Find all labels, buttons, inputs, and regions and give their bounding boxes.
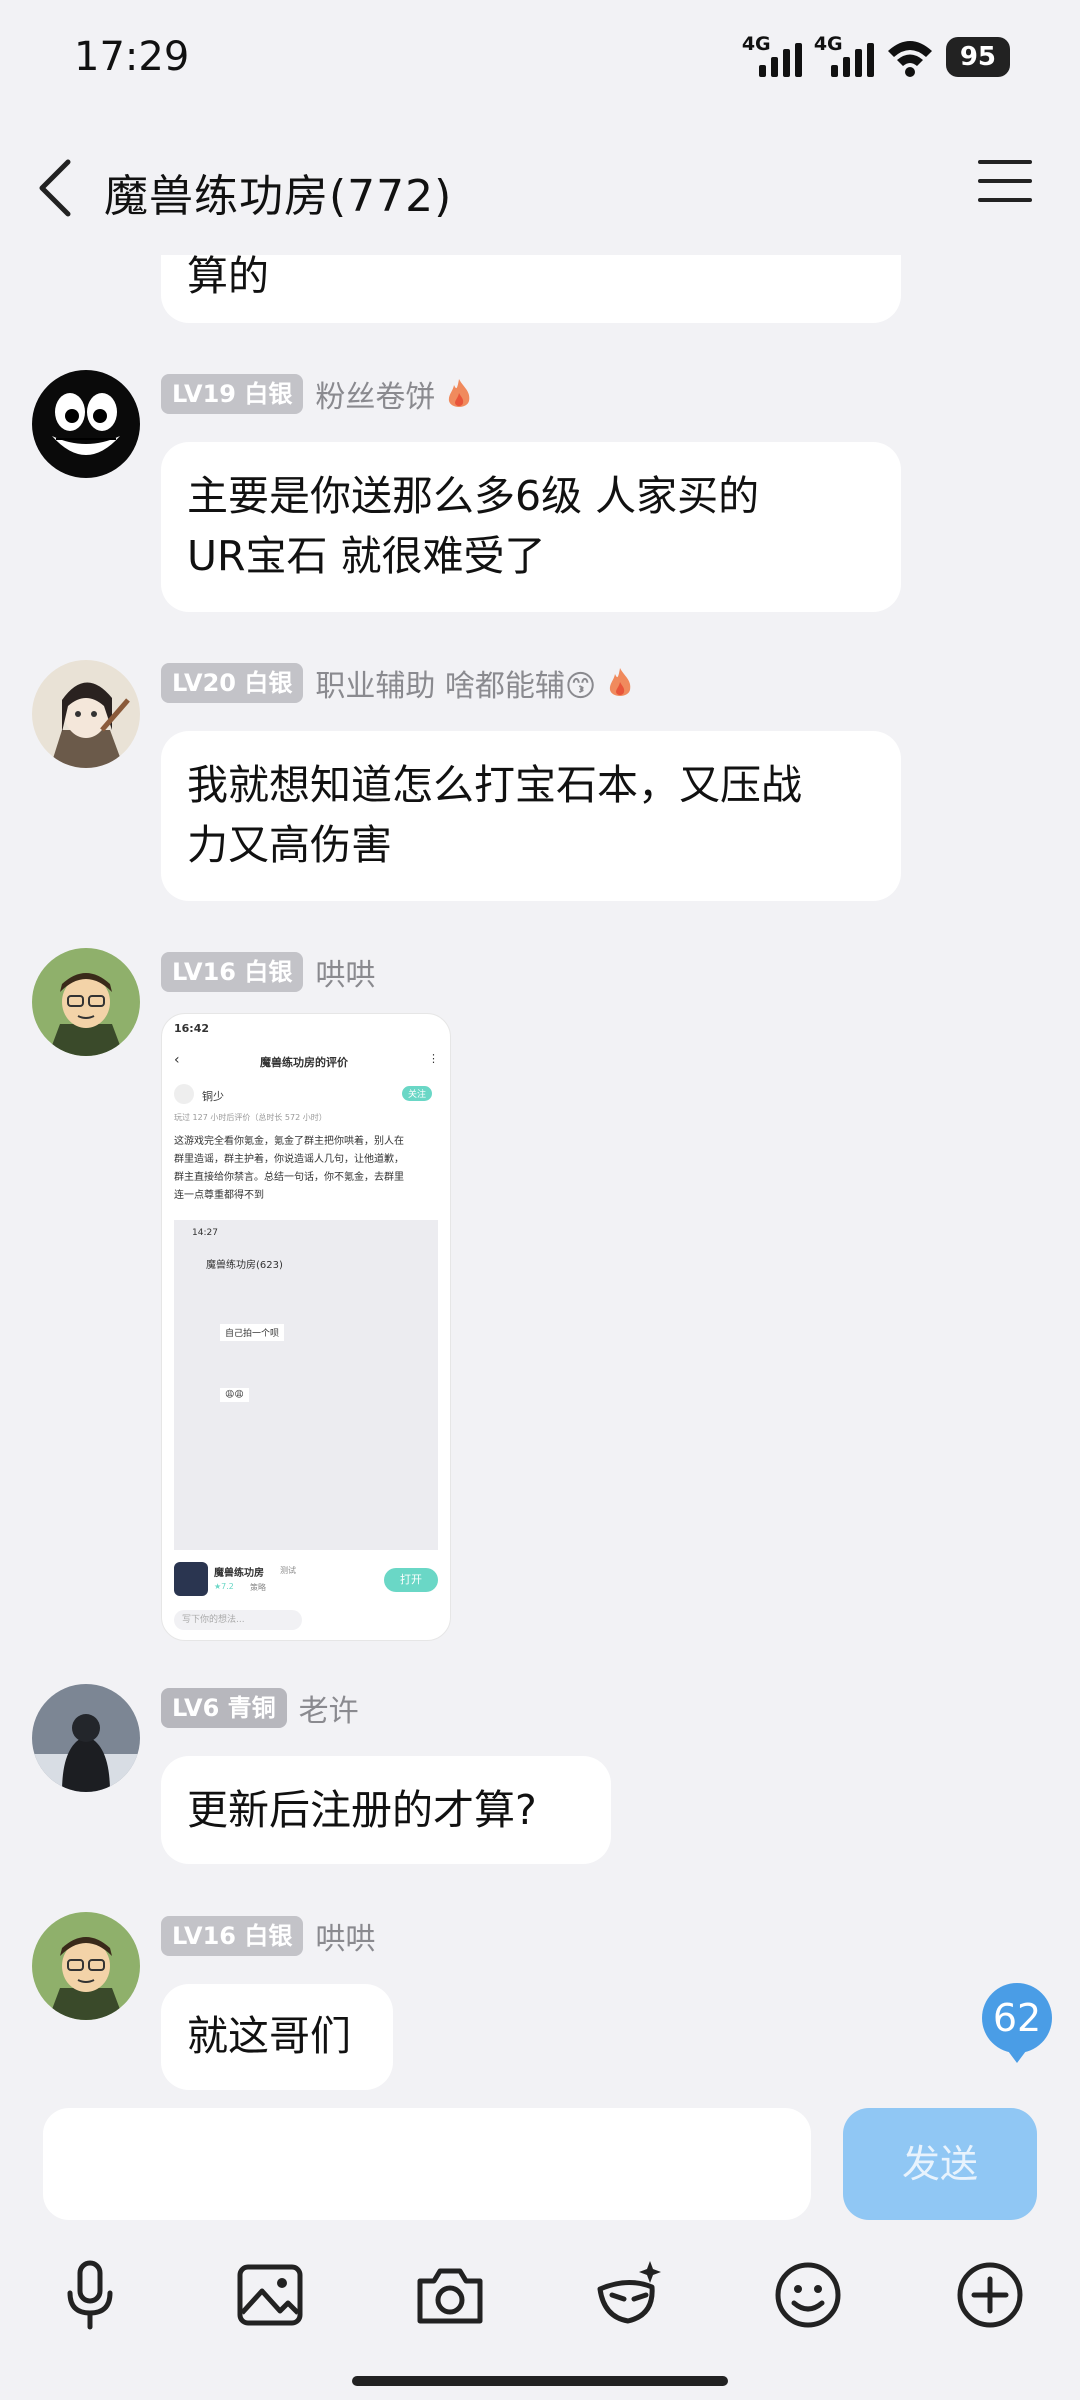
shot-inner-title: 魔兽练功房(623) bbox=[206, 1260, 283, 1271]
image-message[interactable]: 16:42 ‹ 魔兽练功房的评价 ⋮ 铜少 关注 玩过 127 小时后评价（总时… bbox=[161, 1013, 451, 1641]
menu-icon[interactable] bbox=[978, 160, 1032, 208]
send-button[interactable]: 发送 bbox=[843, 2108, 1037, 2220]
message-text: 主要是你送那么多6级 人家买的 bbox=[187, 472, 760, 520]
message-bubble[interactable]: 主要是你送那么多6级 人家买的 UR宝石 就很难受了 bbox=[161, 442, 901, 612]
status-bar: 17:29 4G 4G 95 bbox=[0, 0, 1080, 120]
shot-game-card: 魔兽练功房 测试 ★7.2 策略 打开 bbox=[170, 1558, 442, 1602]
chat-header: 魔兽练功房(772) bbox=[0, 120, 1080, 255]
shot-play-info: 玩过 127 小时后评价（总时长 572 小时） bbox=[174, 1113, 327, 1122]
shot-game-sub: 策略 bbox=[250, 1583, 266, 1592]
sender-info: LV16 白银 哄哄 bbox=[161, 951, 375, 993]
message-text: 就这哥们 bbox=[187, 2012, 351, 2060]
shot-game-icon bbox=[174, 1562, 208, 1596]
message-input[interactable] bbox=[43, 2108, 811, 2220]
sender-info: LV6 青铜 老许 bbox=[161, 1687, 359, 1729]
avatar[interactable] bbox=[32, 660, 140, 768]
sender-info: LV20 白银 职业辅助 啥都能辅😙 bbox=[161, 662, 634, 704]
message-text: UR宝石 就很难受了 bbox=[187, 532, 546, 580]
shot-more-icon: ⋮ bbox=[428, 1052, 439, 1065]
camera-icon[interactable] bbox=[410, 2255, 490, 2335]
input-bar: 发送 bbox=[0, 2090, 1080, 2400]
level-badge: LV6 青铜 bbox=[161, 1688, 287, 1728]
status-icons: 4G 4G 95 bbox=[742, 32, 1010, 82]
nickname[interactable]: 老许 bbox=[299, 1686, 359, 1730]
level-badge: LV16 白银 bbox=[161, 952, 304, 992]
nickname[interactable]: 粉丝卷饼 bbox=[315, 372, 435, 416]
shot-review: 这游戏完全看你氪金，氪金了群主把你哄着，别人在 bbox=[174, 1136, 404, 1147]
shot-title: 魔兽练功房的评价 bbox=[260, 1056, 348, 1069]
message-text: 力又高伤害 bbox=[187, 821, 392, 869]
shot-time: 16:42 bbox=[174, 1022, 210, 1035]
shot-open-button: 打开 bbox=[384, 1568, 438, 1592]
microphone-icon[interactable] bbox=[50, 2255, 130, 2335]
message-text: 我就想知道怎么打宝石本，又压战 bbox=[187, 761, 802, 809]
nickname[interactable]: 职业辅助 啥都能辅😙 bbox=[315, 661, 596, 705]
level-badge: LV20 白银 bbox=[161, 663, 304, 703]
avatar[interactable] bbox=[32, 370, 140, 478]
emoji-icon[interactable] bbox=[768, 2255, 848, 2335]
shot-review: 群里造谣，群主护着，你说造谣人几句，让他道歉， bbox=[174, 1154, 404, 1165]
message-bubble[interactable]: 更新后注册的才算? bbox=[161, 1756, 611, 1864]
battery-icon: 95 bbox=[945, 37, 1010, 77]
shot-reply-field: 写下你的想法... bbox=[174, 1610, 302, 1630]
shot-inner-time: 14:27 bbox=[192, 1228, 218, 1238]
shot-review: 群主直接给你禁言。总结一句话，你不氪金，去群里 bbox=[174, 1172, 404, 1183]
message-bubble[interactable]: 我就想知道怎么打宝石本，又压战 力又高伤害 bbox=[161, 731, 901, 901]
avatar[interactable] bbox=[32, 1912, 140, 2020]
shot-follow: 关注 bbox=[402, 1086, 433, 1101]
plus-icon[interactable] bbox=[950, 2255, 1030, 2335]
nickname[interactable]: 哄哄 bbox=[315, 1914, 375, 1958]
avatar[interactable] bbox=[32, 948, 140, 1056]
avatar[interactable] bbox=[32, 1684, 140, 1792]
unread-count-badge[interactable]: 62 bbox=[982, 1983, 1052, 2063]
fire-icon bbox=[449, 379, 470, 407]
page-title: 魔兽练功房(772) bbox=[104, 171, 453, 222]
shot-game-tag: 测试 bbox=[280, 1566, 296, 1575]
nickname[interactable]: 哄哄 bbox=[315, 950, 375, 994]
shot-back-icon: ‹ bbox=[174, 1052, 180, 1068]
message-text: 算的 bbox=[187, 252, 269, 300]
wifi-icon bbox=[887, 41, 932, 77]
shot-game-name: 魔兽练功房 bbox=[214, 1568, 264, 1579]
back-icon[interactable] bbox=[34, 156, 78, 220]
shot-user: 铜少 bbox=[202, 1090, 224, 1103]
status-time: 17:29 bbox=[74, 34, 190, 80]
shot-game-rating: ★7.2 bbox=[214, 1582, 234, 1591]
cell-signal-icon: 4G bbox=[814, 33, 874, 81]
sender-info: LV16 白银 哄哄 bbox=[161, 1915, 375, 1957]
shot-inner-screenshot: 14:27 魔兽练功房(623) 自己拍一个呗 😩😩 bbox=[174, 1220, 438, 1550]
shot-inner-msg: 自己拍一个呗 bbox=[220, 1324, 285, 1341]
chat-area[interactable]: 算的 LV19 白银 粉丝卷饼 主要是你送那么多6级 人家买的 UR宝石 就很难… bbox=[0, 0, 1080, 2090]
home-indicator[interactable] bbox=[352, 2376, 728, 2386]
ai-assistant-icon[interactable] bbox=[588, 2255, 668, 2335]
message-bubble[interactable]: 就这哥们 bbox=[161, 1984, 393, 2090]
fire-icon bbox=[610, 668, 631, 696]
message-text: 更新后注册的才算? bbox=[187, 1786, 537, 1834]
cell-signal-icon: 4G bbox=[742, 33, 802, 81]
sender-info: LV19 白银 粉丝卷饼 bbox=[161, 373, 473, 415]
shot-inner-msg: 😩😩 bbox=[220, 1388, 249, 1402]
image-icon[interactable] bbox=[230, 2255, 310, 2335]
level-badge: LV19 白银 bbox=[161, 374, 304, 414]
shot-review: 连一点尊重都得不到 bbox=[174, 1190, 264, 1201]
shot-avatar bbox=[174, 1084, 194, 1104]
level-badge: LV16 白银 bbox=[161, 1916, 304, 1956]
